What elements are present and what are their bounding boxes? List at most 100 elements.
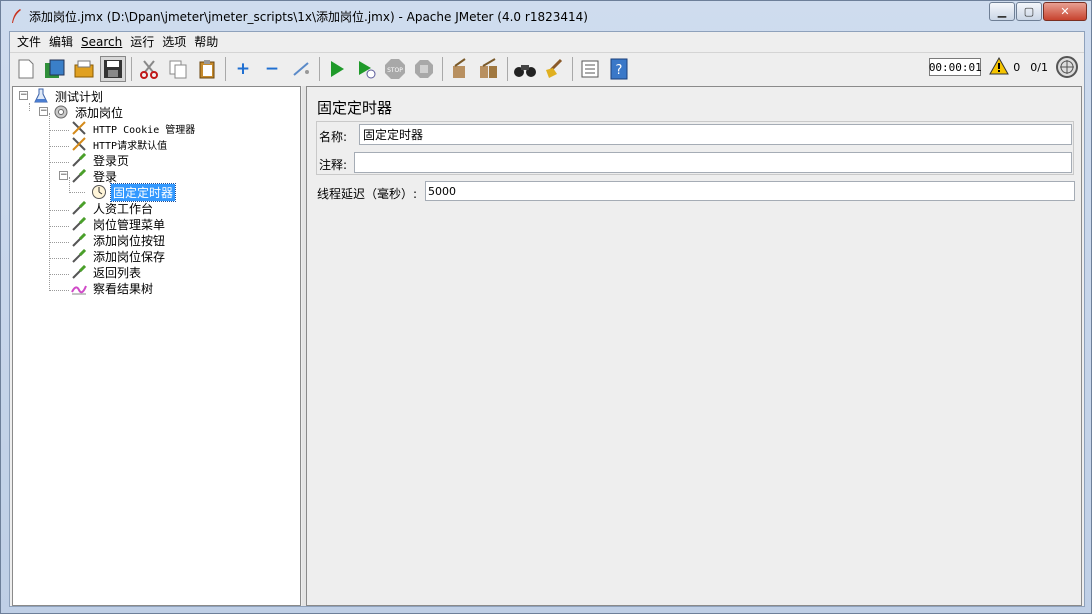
element-detail-panel: 固定定时器 名称: 固定定时器 注释: 线程延迟（毫秒）: 5000	[306, 86, 1082, 606]
toolbar-separator	[442, 57, 443, 81]
tree-node-label: 返回列表	[93, 265, 142, 280]
tree-node-label: 察看结果树	[93, 281, 154, 296]
tree-node-sampler[interactable]: 人资工作台	[71, 200, 155, 216]
test-plan-tree: − − − 测试计划 添加岗位 HTTP Cookie 管理器 HTTP请求默认…	[12, 86, 301, 606]
elapsed-timer: 00:00:01	[929, 58, 982, 76]
tree-connector	[49, 113, 50, 289]
tree-connector	[49, 226, 69, 227]
tree-connector	[49, 258, 69, 259]
start-no-timers-icon[interactable]	[353, 56, 379, 82]
menu-file[interactable]: 文件	[13, 33, 45, 50]
comment-field[interactable]	[354, 152, 1072, 173]
tree-node-http-defaults[interactable]: HTTP请求默认值	[71, 136, 169, 152]
menu-run[interactable]: 运行	[126, 33, 158, 50]
shutdown-icon[interactable]	[411, 56, 437, 82]
toggle-icon[interactable]	[288, 56, 314, 82]
thread-delay-field[interactable]: 5000	[425, 181, 1075, 201]
tree-node-sampler[interactable]: 登录	[71, 168, 119, 184]
collapse-toggle[interactable]: −	[39, 107, 48, 116]
minimize-button[interactable]: ▁	[989, 2, 1015, 21]
window-title: 添加岗位.jmx (D:\Dpan\jmeter\jmeter_scripts\…	[29, 10, 588, 24]
sampler-icon	[71, 216, 87, 232]
comment-label: 注释:	[319, 158, 348, 172]
collapse-toggle[interactable]: −	[19, 91, 28, 100]
tree-connector	[49, 130, 69, 131]
tree-node-label: 人资工作台	[93, 201, 154, 216]
stop-icon[interactable]: STOP	[382, 56, 408, 82]
title-bar[interactable]: 添加岗位.jmx (D:\Dpan\jmeter\jmeter_scripts\…	[1, 1, 1091, 31]
tree-node-test-plan[interactable]: 测试计划	[33, 88, 105, 104]
sampler-icon	[71, 200, 87, 216]
sampler-icon	[71, 264, 87, 280]
tree-connector	[49, 274, 69, 275]
function-helper-icon[interactable]	[577, 56, 603, 82]
expand-icon[interactable]: +	[230, 56, 256, 82]
tree-node-label: 添加岗位按钮	[93, 233, 166, 248]
toolbar: + − STOP ? 00:00:01 0 0/1	[10, 52, 1084, 85]
tree-node-label: 岗位管理菜单	[93, 217, 166, 232]
config-element-icon	[71, 120, 87, 136]
name-label: 名称:	[319, 130, 348, 144]
tree-connector	[49, 242, 69, 243]
tree-node-label: 测试计划	[55, 89, 104, 104]
timer-icon	[91, 184, 107, 200]
tree-connector	[69, 177, 70, 193]
copy-icon[interactable]	[165, 56, 191, 82]
clear-icon[interactable]	[447, 56, 473, 82]
toolbar-separator	[225, 57, 226, 81]
config-element-icon	[71, 136, 87, 152]
tree-connector	[49, 162, 69, 163]
tree-node-label: 添加岗位保存	[93, 249, 166, 264]
tree-node-thread-group[interactable]: 添加岗位	[53, 104, 125, 120]
paste-icon[interactable]	[194, 56, 220, 82]
active-threads-count: 0/1	[1030, 60, 1048, 74]
close-button[interactable]: ✕	[1043, 2, 1087, 21]
new-icon[interactable]	[13, 56, 39, 82]
menu-search[interactable]: Search	[77, 35, 126, 49]
tree-node-constant-timer[interactable]: 固定定时器	[91, 182, 177, 202]
tree-node-sampler[interactable]: 岗位管理菜单	[71, 216, 167, 232]
tree-node-cookie-manager[interactable]: HTTP Cookie 管理器	[71, 120, 197, 136]
error-count: 0	[1013, 60, 1021, 74]
panel-title: 固定定时器	[317, 99, 393, 117]
collapse-icon[interactable]: −	[259, 56, 285, 82]
cut-icon[interactable]	[136, 56, 162, 82]
menu-edit[interactable]: 编辑	[45, 33, 77, 50]
tree-node-sampler[interactable]: 登录页	[71, 152, 131, 168]
name-comment-group: 名称: 固定定时器 注释:	[316, 121, 1074, 175]
menu-help[interactable]: 帮助	[190, 33, 222, 50]
jmeter-window: 添加岗位.jmx (D:\Dpan\jmeter\jmeter_scripts\…	[0, 0, 1092, 614]
tree-node-sampler[interactable]: 返回列表	[71, 264, 143, 280]
collapse-toggle[interactable]: −	[59, 171, 68, 180]
start-icon[interactable]	[324, 56, 350, 82]
tree-connector	[29, 103, 30, 111]
maximize-button[interactable]: ▢	[1016, 2, 1042, 21]
open-icon[interactable]	[71, 56, 97, 82]
toolbar-separator	[572, 57, 573, 81]
tree-connector	[49, 210, 69, 211]
tree-node-label: 添加岗位	[75, 105, 124, 120]
clear-all-icon[interactable]	[476, 56, 502, 82]
tree-node-label: 登录	[93, 169, 118, 184]
warning-icon[interactable]	[989, 56, 1010, 78]
help-icon[interactable]: ?	[606, 56, 632, 82]
tree-node-label: 登录页	[93, 153, 130, 168]
reset-search-icon[interactable]	[541, 56, 567, 82]
tree-node-sampler[interactable]: 添加岗位按钮	[71, 232, 167, 248]
svg-text:STOP: STOP	[387, 67, 403, 74]
sampler-icon	[71, 168, 87, 184]
menu-options[interactable]: 选项	[158, 33, 190, 50]
tree-node-listener[interactable]: 察看结果树	[71, 280, 155, 296]
save-icon[interactable]	[100, 56, 126, 82]
svg-text:?: ?	[616, 63, 623, 78]
tree-node-sampler[interactable]: 添加岗位保存	[71, 248, 167, 264]
thread-delay-label: 线程延迟（毫秒）:	[317, 187, 418, 201]
name-field[interactable]: 固定定时器	[359, 124, 1072, 145]
toolbar-separator	[507, 57, 508, 81]
thread-group-icon	[53, 104, 69, 120]
toolbar-separator	[319, 57, 320, 81]
listener-icon	[71, 280, 87, 296]
search-icon[interactable]	[512, 56, 538, 82]
templates-icon[interactable]	[42, 56, 68, 82]
sampler-icon	[71, 248, 87, 264]
